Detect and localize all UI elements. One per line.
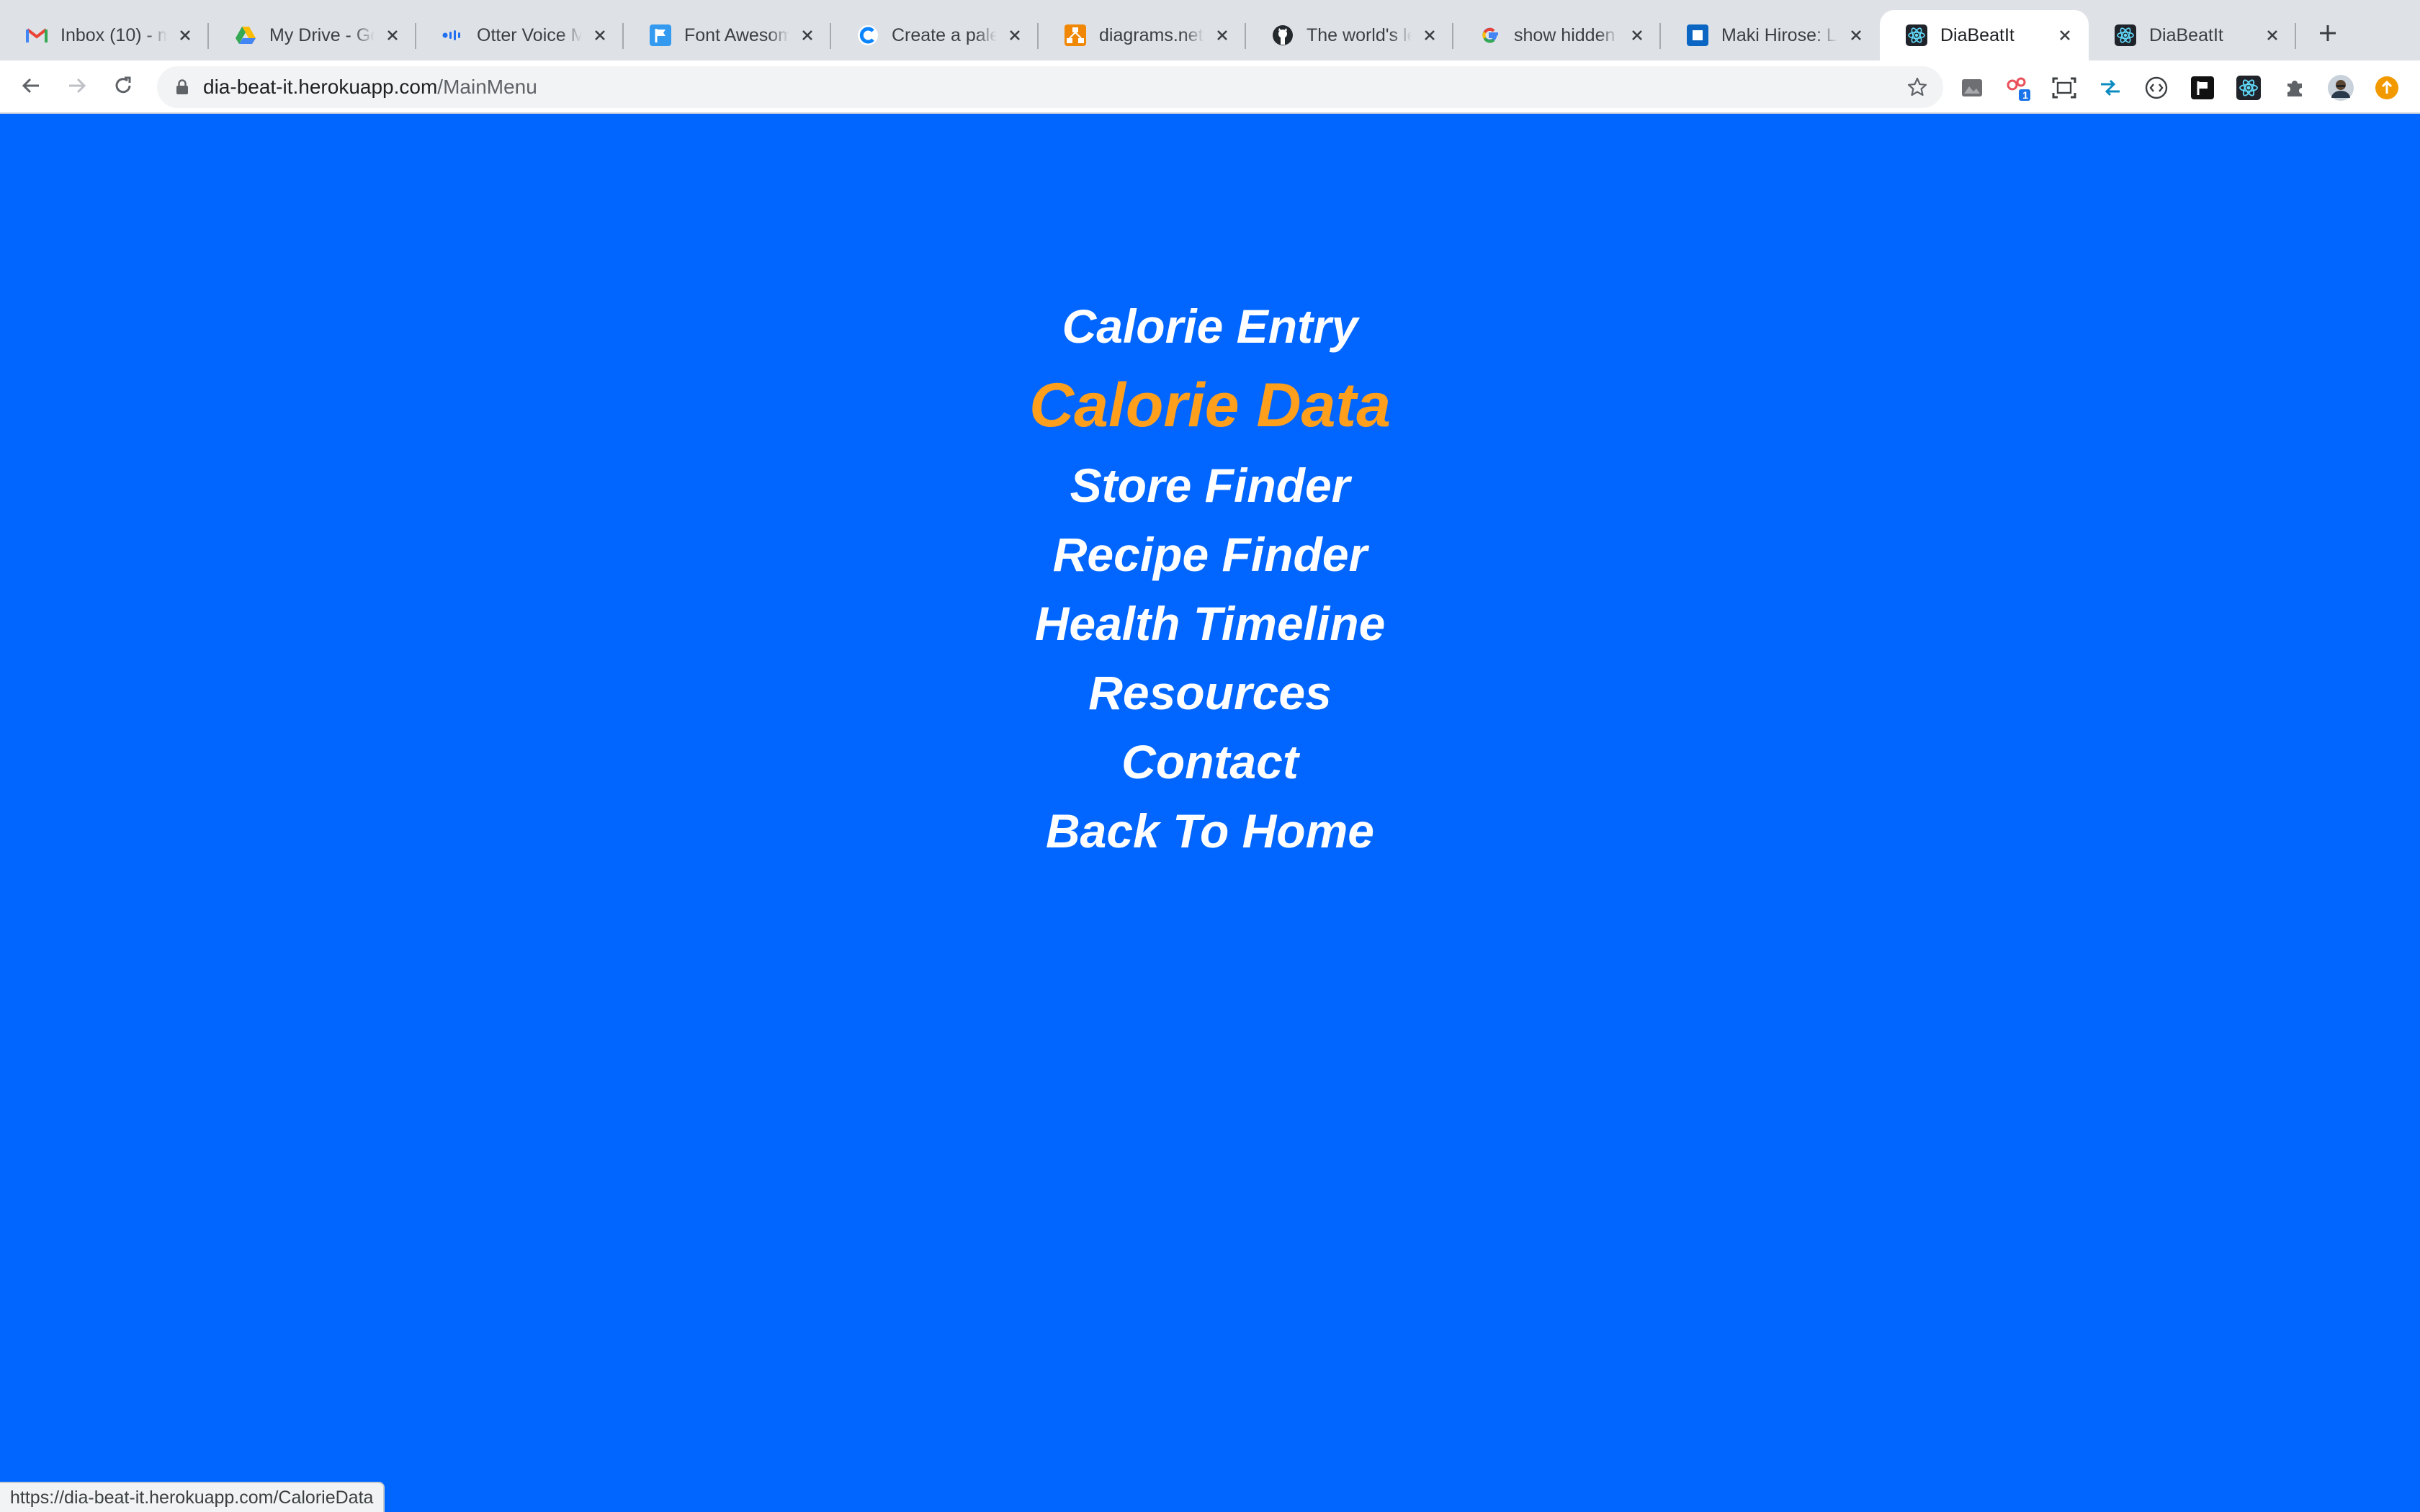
drawio-icon <box>1065 24 1086 46</box>
tab-diabeatit[interactable]: DiaBeatIt <box>2089 10 2296 60</box>
menu-item-health-timeline[interactable]: Health Timeline <box>0 596 2420 651</box>
puzzle-extensions-icon[interactable] <box>2282 75 2308 101</box>
google-icon <box>1479 24 1501 46</box>
code-extension-icon[interactable] <box>2143 75 2169 101</box>
reload-icon <box>112 75 134 100</box>
url-path: /MainMenu <box>437 76 537 98</box>
menu-item-resources[interactable]: Resources <box>0 665 2420 720</box>
arrow-right-icon <box>66 75 88 100</box>
tab-close-icon[interactable] <box>1419 24 1440 46</box>
tab-separator <box>2295 23 2296 49</box>
tab-title: diagrams.net <box>1099 24 1204 45</box>
tab-font-awesome[interactable]: Font Awesome <box>624 10 831 60</box>
screenshot-extension-icon[interactable] <box>2051 75 2077 101</box>
menu-item-recipe-finder[interactable]: Recipe Finder <box>0 527 2420 582</box>
tab-gmail[interactable]: Inbox (10) - maki <box>0 10 209 60</box>
tab-diabeatit-active[interactable]: DiaBeatIt <box>1880 10 2089 60</box>
tab-title: Maki Hirose: LinkedIn <box>1721 24 1838 45</box>
menu-item-calorie-data[interactable]: Calorie Data <box>0 370 2420 441</box>
tab-title: The world's leading <box>1307 24 1412 45</box>
react-icon <box>1906 24 1927 46</box>
lock-icon[interactable] <box>171 76 193 98</box>
react-devtools-icon[interactable] <box>2236 75 2262 101</box>
menu-item-back-to-home[interactable]: Back To Home <box>0 804 2420 858</box>
font-awesome-icon <box>650 24 671 46</box>
tab-close-icon[interactable] <box>1626 24 1648 46</box>
tab-close-icon[interactable] <box>2262 24 2283 46</box>
tab-close-icon[interactable] <box>797 24 818 46</box>
github-icon <box>1272 24 1294 46</box>
tab-close-icon[interactable] <box>589 24 611 46</box>
tab-close-icon[interactable] <box>1845 24 1867 46</box>
extension-photo-icon[interactable] <box>1959 75 1985 101</box>
extension-badge: 1 <box>2022 89 2028 101</box>
tab-close-icon[interactable] <box>1211 24 1233 46</box>
new-tab-button[interactable] <box>2311 17 2345 52</box>
gmail-icon <box>26 24 48 46</box>
address-bar[interactable]: dia-beat-it.herokuapp.com/MainMenu <box>157 66 1943 108</box>
tab-diagrams[interactable]: diagrams.net <box>1039 10 1246 60</box>
back-button[interactable] <box>14 71 48 104</box>
update-available-icon[interactable] <box>2374 75 2400 101</box>
tab-close-icon[interactable] <box>174 24 196 46</box>
plus-icon <box>2318 23 2338 47</box>
react-icon <box>2115 24 2136 46</box>
url-host: dia-beat-it.herokuapp.com <box>203 76 438 98</box>
menu-item-store-finder[interactable]: Store Finder <box>0 458 2420 513</box>
url-text: dia-beat-it.herokuapp.com/MainMenu <box>203 76 537 99</box>
tab-github[interactable]: The world's leading <box>1246 10 1453 60</box>
bookmark-star-icon[interactable] <box>1904 74 1930 100</box>
tab-otter[interactable]: Otter Voice Meeting Notes <box>416 10 624 60</box>
browser-tab-strip: Inbox (10) - maki My Drive - Google Driv… <box>0 0 2420 60</box>
tab-title: My Drive - Google Drive <box>269 24 375 45</box>
linkedin-icon <box>1687 24 1708 46</box>
menu-item-calorie-entry[interactable]: Calorie Entry <box>0 299 2420 354</box>
tab-close-icon[interactable] <box>382 24 403 46</box>
menu-item-contact[interactable]: Contact <box>0 734 2420 789</box>
otter-icon <box>442 24 464 46</box>
tab-google-search[interactable]: show hidden files <box>1453 10 1661 60</box>
google-drive-icon <box>235 24 256 46</box>
tab-title: DiaBeatIt <box>1940 24 2015 45</box>
forward-button[interactable] <box>60 71 94 104</box>
tab-title: Inbox (10) - maki <box>60 24 167 45</box>
tab-title: show hidden files <box>1514 24 1619 45</box>
tab-linkedin[interactable]: Maki Hirose: LinkedIn <box>1661 10 1880 60</box>
tab-coolors[interactable]: Create a palette <box>831 10 1039 60</box>
tab-title: Create a palette <box>892 24 997 45</box>
coolors-icon <box>857 24 879 46</box>
extension-share-icon[interactable]: 1 <box>2005 75 2031 101</box>
profile-avatar[interactable] <box>2328 75 2354 101</box>
tab-close-icon[interactable] <box>2054 24 2076 46</box>
tab-close-icon[interactable] <box>1004 24 1026 46</box>
tab-title: Otter Voice Meeting Notes <box>477 24 582 45</box>
tab-title: DiaBeatIt <box>2149 24 2223 45</box>
link-status-bubble: https://dia-beat-it.herokuapp.com/Calori… <box>0 1482 385 1512</box>
flag-extension-icon[interactable] <box>2190 75 2215 101</box>
transfer-extension-icon[interactable] <box>2097 75 2123 101</box>
reload-button[interactable] <box>107 71 140 104</box>
browser-toolbar: dia-beat-it.herokuapp.com/MainMenu 1 <box>0 60 2420 114</box>
tab-google-drive[interactable]: My Drive - Google Drive <box>209 10 416 60</box>
tab-title: Font Awesome <box>684 24 789 45</box>
arrow-left-icon <box>20 75 42 100</box>
